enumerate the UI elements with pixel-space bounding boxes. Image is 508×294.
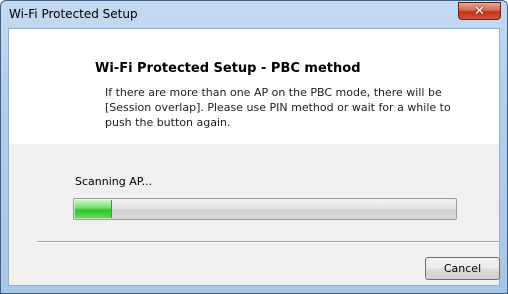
close-button[interactable]: ✕ — [458, 2, 501, 20]
dialog-body: Wi-Fi Protected Setup - PBC method If th… — [8, 28, 500, 286]
close-icon: ✕ — [474, 3, 485, 19]
progress-bar-fill — [75, 200, 113, 218]
header-panel: Wi-Fi Protected Setup - PBC method If th… — [9, 29, 499, 144]
status-text: Scanning AP... — [75, 175, 153, 188]
divider — [37, 241, 499, 243]
cancel-button[interactable]: Cancel — [425, 257, 500, 280]
description-text: If there are more than one AP on the PBC… — [105, 86, 451, 129]
title-bar[interactable]: Wi-Fi Protected Setup ✕ — [1, 1, 507, 27]
page-title: Wi-Fi Protected Setup - PBC method — [95, 61, 361, 76]
window-title: Wi-Fi Protected Setup — [9, 7, 138, 21]
progress-bar — [73, 198, 457, 220]
dialog-window: Wi-Fi Protected Setup ✕ Wi-Fi Protected … — [0, 0, 508, 294]
